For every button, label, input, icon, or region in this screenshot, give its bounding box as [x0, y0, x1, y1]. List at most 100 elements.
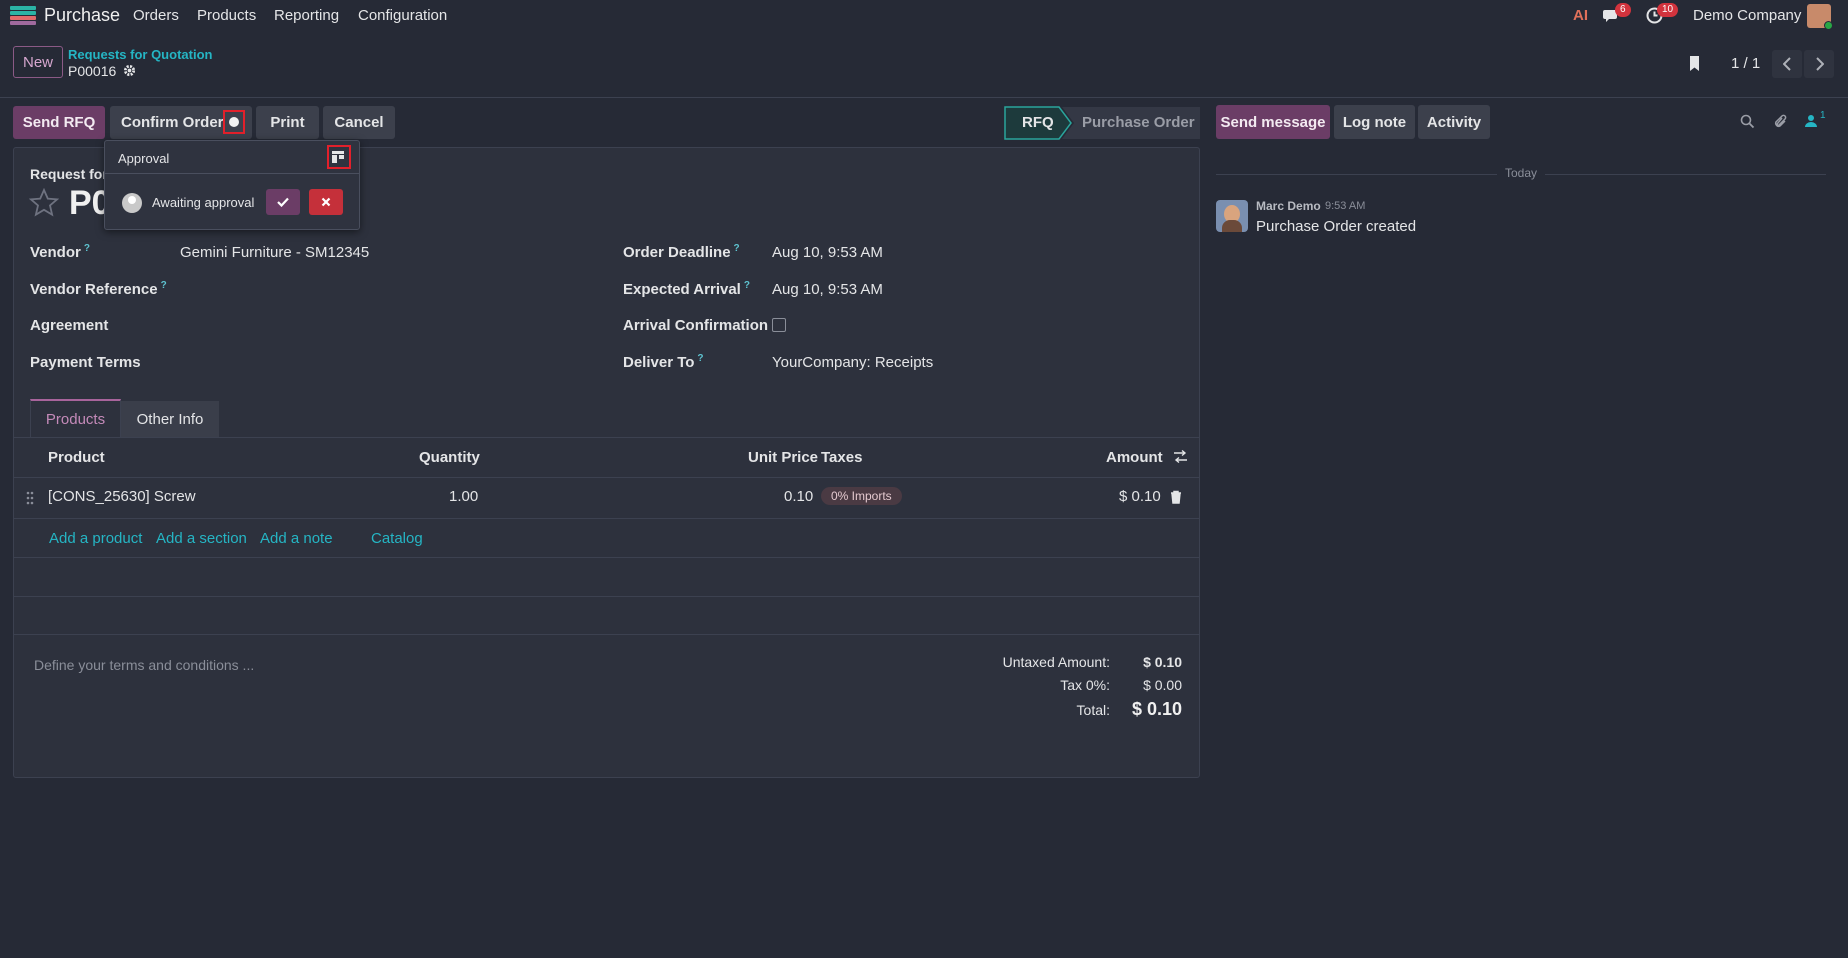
company-switcher[interactable]: Demo Company	[1693, 7, 1801, 24]
arrival-confirmation-checkbox[interactable]	[772, 318, 786, 332]
deliver-to-field[interactable]: YourCompany: Receipts	[772, 354, 933, 371]
popover-title: Approval	[118, 151, 170, 166]
followers-icon[interactable]	[1805, 114, 1817, 128]
col-header-product[interactable]: Product	[48, 449, 105, 466]
col-header-taxes[interactable]: Taxes	[821, 449, 862, 466]
activity-button[interactable]: Activity	[1418, 105, 1490, 139]
star-icon[interactable]	[29, 188, 59, 217]
kanban-icon-highlight	[327, 145, 351, 169]
close-icon	[321, 197, 331, 207]
check-icon	[277, 197, 289, 207]
add-product-link[interactable]: Add a product	[49, 530, 142, 547]
gear-icon[interactable]	[123, 64, 136, 77]
order-deadline-field[interactable]: Aug 10, 9:53 AM	[772, 244, 883, 261]
breadcrumb[interactable]: Requests for Quotation	[68, 47, 212, 62]
vendor-reference-input[interactable]	[180, 278, 580, 300]
approver-avatar	[122, 193, 142, 213]
messages-badge: 6	[1615, 3, 1631, 17]
pager-previous-button[interactable]	[1772, 50, 1802, 78]
tax-tag[interactable]: 0% Imports	[821, 487, 902, 505]
tax-label: Tax 0%:	[1060, 677, 1110, 693]
agreement-input[interactable]	[180, 315, 580, 337]
menu-configuration[interactable]: Configuration	[358, 7, 447, 24]
help-icon[interactable]: ?	[84, 243, 90, 254]
ai-icon[interactable]: AI	[1573, 7, 1588, 24]
print-button[interactable]: Print	[256, 106, 319, 139]
search-icon[interactable]	[1740, 114, 1755, 129]
help-icon[interactable]: ?	[734, 243, 740, 254]
untaxed-value: $ 0.10	[1143, 654, 1182, 670]
app-name[interactable]: Purchase	[44, 5, 120, 26]
expected-arrival-field[interactable]: Aug 10, 9:53 AM	[772, 281, 883, 298]
cancel-button[interactable]: Cancel	[323, 106, 395, 139]
line-product[interactable]: [CONS_25630] Screw	[48, 488, 196, 505]
status-purchase-order[interactable]: Purchase Order	[1082, 114, 1195, 131]
apps-menu-icon[interactable]	[10, 6, 36, 25]
row-divider	[13, 634, 1200, 635]
col-header-amount[interactable]: Amount	[1106, 449, 1163, 466]
terms-input[interactable]: Define your terms and conditions ...	[34, 657, 254, 673]
payment-terms-label: Payment Terms	[30, 354, 141, 371]
line-unit-price[interactable]: 0.10	[784, 488, 813, 505]
order-deadline-label: Order Deadline?	[623, 243, 740, 261]
chevron-right-icon	[1815, 57, 1824, 71]
help-icon[interactable]: ?	[744, 280, 750, 291]
line-quantity[interactable]: 1.00	[449, 488, 478, 505]
form-title-prefix: Request for	[30, 166, 108, 182]
log-note-button[interactable]: Log note	[1334, 105, 1415, 139]
tab-products[interactable]: Products	[30, 399, 121, 437]
help-icon[interactable]: ?	[161, 280, 167, 291]
total-value: $ 0.10	[1131, 699, 1182, 719]
tax-value: $ 0.00	[1143, 677, 1182, 693]
menu-products[interactable]: Products	[197, 7, 256, 24]
agreement-label: Agreement	[30, 317, 109, 334]
tab-other-info[interactable]: Other Info	[121, 401, 219, 437]
message-author[interactable]: Marc Demo	[1256, 199, 1321, 213]
catalog-link[interactable]: Catalog	[371, 530, 423, 547]
followers-count: 1	[1820, 110, 1826, 121]
vendor-field[interactable]: Gemini Furniture - SM12345	[180, 244, 369, 261]
line-amount: $ 0.10	[1119, 488, 1161, 505]
approval-status-text: Awaiting approval	[152, 195, 255, 210]
vendor-label: Vendor?	[30, 243, 90, 261]
add-section-link[interactable]: Add a section	[156, 530, 247, 547]
top-navbar: Purchase Orders Products Reporting Confi…	[0, 0, 1848, 31]
message-time: 9:53 AM	[1325, 200, 1366, 212]
author-avatar[interactable]	[1216, 200, 1248, 232]
menu-reporting[interactable]: Reporting	[274, 7, 339, 24]
send-rfq-button[interactable]: Send RFQ	[13, 106, 105, 139]
deliver-to-label: Deliver To?	[623, 353, 704, 371]
pager-value[interactable]: 1 / 1	[1731, 55, 1760, 72]
untaxed-label: Untaxed Amount:	[1002, 654, 1110, 670]
pager-next-button[interactable]	[1804, 50, 1834, 78]
row-divider	[13, 557, 1200, 558]
total-label: Total:	[1076, 702, 1110, 718]
date-separator: Today	[1497, 166, 1546, 180]
popover-divider	[105, 173, 359, 174]
col-header-quantity[interactable]: Quantity	[419, 449, 480, 466]
row-divider	[13, 518, 1200, 519]
col-header-unit-price[interactable]: Unit Price	[748, 449, 818, 466]
payment-terms-input[interactable]	[180, 352, 580, 374]
send-message-button[interactable]: Send message	[1216, 105, 1330, 139]
confirm-order-label: Confirm Order	[121, 114, 224, 131]
status-rfq[interactable]: RFQ	[1022, 114, 1054, 131]
tab-divider	[13, 437, 1200, 438]
add-note-link[interactable]: Add a note	[260, 530, 333, 547]
control-panel-divider	[0, 97, 1848, 98]
optional-columns-icon[interactable]	[1173, 449, 1188, 464]
help-icon[interactable]: ?	[697, 353, 703, 364]
statusbar: RFQ Purchase Order	[1004, 106, 1200, 140]
trash-icon[interactable]	[1170, 490, 1182, 504]
paperclip-icon[interactable]	[1773, 113, 1788, 130]
bookmark-icon[interactable]	[1688, 55, 1702, 72]
reject-button[interactable]	[309, 189, 343, 215]
new-button[interactable]: New	[13, 46, 63, 78]
menu-orders[interactable]: Orders	[133, 7, 179, 24]
approve-button[interactable]	[266, 189, 300, 215]
approval-icon-highlight	[223, 110, 245, 134]
arrival-confirmation-label: Arrival Confirmation	[623, 317, 769, 334]
user-avatar[interactable]	[1807, 4, 1833, 30]
message-body: Purchase Order created	[1256, 218, 1417, 235]
drag-handle-icon[interactable]	[26, 491, 34, 505]
